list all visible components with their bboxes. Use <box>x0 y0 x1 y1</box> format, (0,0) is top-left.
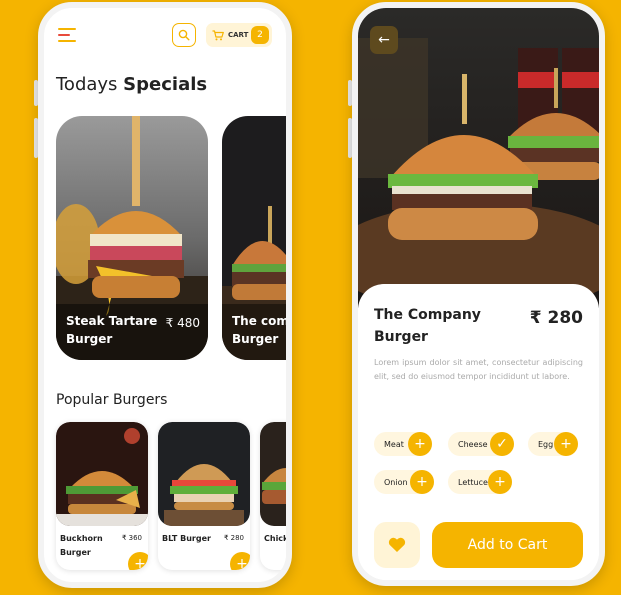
popular-card[interactable]: BLT Burger ₹ 280 + <box>158 422 250 570</box>
ingredient-label: Onion <box>384 477 408 487</box>
ingredient-chip[interactable]: Meat + <box>374 432 432 456</box>
back-button[interactable]: ← <box>370 26 398 54</box>
detail-screen: ← The Company Burger ₹ 280 Lorem ipsum d… <box>352 2 605 586</box>
popular-name: Chick Burg <box>264 534 289 543</box>
special-name: The com Burger <box>232 314 289 346</box>
product-description: Lorem ipsum dolor sit amet, consectetur … <box>374 358 583 381</box>
home-screen: CART 2 Todays Specials Steak Tartare Bur… <box>38 2 292 588</box>
ingredient-chip[interactable]: Onion + <box>374 470 434 494</box>
hero-image: ← <box>358 8 599 313</box>
favorite-button[interactable] <box>374 522 420 568</box>
section-title: Popular Burgers <box>56 392 168 408</box>
burger-photo <box>158 422 250 526</box>
plus-icon[interactable]: + <box>488 470 512 494</box>
popular-card[interactable]: Chick Burg <box>260 422 289 570</box>
special-card[interactable]: Steak Tartare Burger ₹ 480 <box>56 116 208 360</box>
burger-photo <box>260 422 286 526</box>
cart-label: CART <box>228 31 249 39</box>
plus-icon[interactable]: + <box>408 432 432 456</box>
cart-button[interactable]: CART 2 <box>206 23 272 47</box>
title-bold: Specials <box>123 74 208 95</box>
search-icon <box>178 29 190 41</box>
special-card[interactable]: The com Burger <box>222 116 289 360</box>
page-title: Todays Specials <box>56 74 207 95</box>
checkmark-icon[interactable]: ✓ <box>490 432 514 456</box>
ingredient-label: Meat <box>384 439 404 449</box>
plus-icon: + <box>134 556 146 570</box>
add-to-cart-button[interactable]: Add to Cart <box>432 522 583 568</box>
plus-icon[interactable]: + <box>410 470 434 494</box>
ingredient-chip[interactable]: Egg + <box>528 432 578 456</box>
back-arrow-icon: ← <box>378 32 390 48</box>
top-bar: CART 2 <box>54 20 276 50</box>
burger-photo <box>358 8 599 313</box>
cart-count-badge: 2 <box>251 26 269 44</box>
ingredient-label: Egg <box>538 439 554 449</box>
special-price: ₹ 480 <box>165 316 200 330</box>
add-item-button[interactable]: + <box>128 552 148 570</box>
ingredient-label: Lettuce <box>458 477 488 487</box>
plus-icon[interactable]: + <box>554 432 578 456</box>
product-name: The Company Burger <box>374 307 481 345</box>
ingredient-label: Cheese <box>458 439 488 449</box>
search-button[interactable] <box>172 23 196 47</box>
product-price: ₹ 280 <box>529 308 583 328</box>
popular-name: BLT Burger <box>162 534 211 543</box>
title-plain: Todays <box>56 74 118 95</box>
ingredient-chip[interactable]: Lettuce + <box>448 470 512 494</box>
plus-icon: + <box>236 556 248 570</box>
cart-icon <box>212 29 224 40</box>
add-item-button[interactable]: + <box>230 552 250 570</box>
popular-card[interactable]: Buckhorn Burger ₹ 360 + <box>56 422 148 570</box>
heart-icon <box>388 537 406 552</box>
popular-name: Buckhorn Burger <box>60 534 103 557</box>
ingredient-chip[interactable]: Cheese ✓ <box>448 432 514 456</box>
special-name: Steak Tartare Burger <box>66 314 158 346</box>
burger-photo <box>56 422 148 526</box>
detail-panel: The Company Burger ₹ 280 Lorem ipsum dol… <box>358 284 599 580</box>
popular-price: ₹ 280 <box>223 534 244 542</box>
menu-icon[interactable] <box>58 28 76 42</box>
popular-price: ₹ 360 <box>121 534 142 542</box>
